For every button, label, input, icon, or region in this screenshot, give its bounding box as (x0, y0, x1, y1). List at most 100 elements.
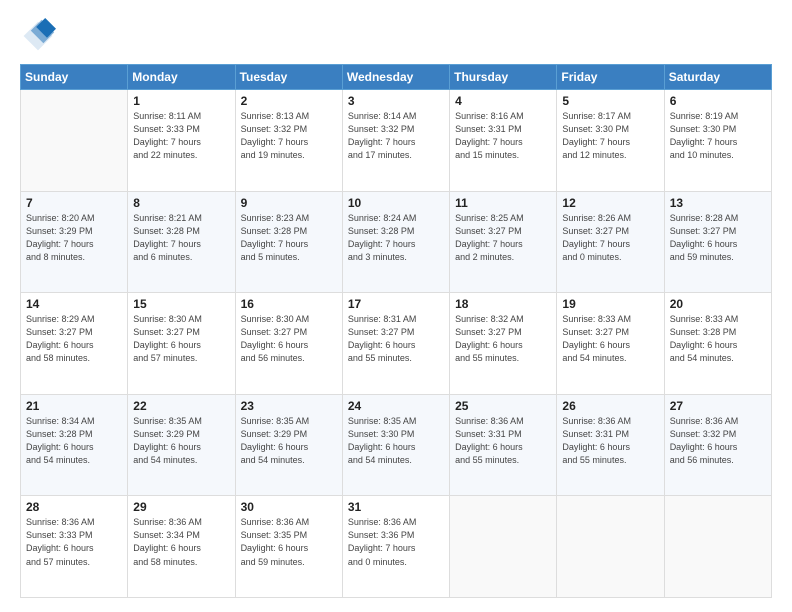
day-info: Sunrise: 8:36 AM Sunset: 3:31 PM Dayligh… (562, 415, 658, 467)
day-info: Sunrise: 8:31 AM Sunset: 3:27 PM Dayligh… (348, 313, 444, 365)
day-info: Sunrise: 8:34 AM Sunset: 3:28 PM Dayligh… (26, 415, 122, 467)
day-header-thursday: Thursday (450, 65, 557, 90)
day-number: 31 (348, 500, 444, 514)
day-number: 19 (562, 297, 658, 311)
day-number: 23 (241, 399, 337, 413)
day-info: Sunrise: 8:21 AM Sunset: 3:28 PM Dayligh… (133, 212, 229, 264)
logo (20, 18, 60, 54)
day-number: 14 (26, 297, 122, 311)
day-number: 3 (348, 94, 444, 108)
day-header-sunday: Sunday (21, 65, 128, 90)
day-info: Sunrise: 8:26 AM Sunset: 3:27 PM Dayligh… (562, 212, 658, 264)
day-number: 20 (670, 297, 766, 311)
header (20, 18, 772, 54)
calendar-cell: 16 Sunrise: 8:30 AM Sunset: 3:27 PM Dayli… (235, 293, 342, 395)
day-header-monday: Monday (128, 65, 235, 90)
day-info: Sunrise: 8:36 AM Sunset: 3:33 PM Dayligh… (26, 516, 122, 568)
day-info: Sunrise: 8:16 AM Sunset: 3:31 PM Dayligh… (455, 110, 551, 162)
day-number: 15 (133, 297, 229, 311)
days-header-row: SundayMondayTuesdayWednesdayThursdayFrid… (21, 65, 772, 90)
day-number: 12 (562, 196, 658, 210)
calendar-cell: 19 Sunrise: 8:33 AM Sunset: 3:27 PM Dayli… (557, 293, 664, 395)
calendar-cell: 4 Sunrise: 8:16 AM Sunset: 3:31 PM Daylig… (450, 90, 557, 192)
day-number: 22 (133, 399, 229, 413)
day-number: 6 (670, 94, 766, 108)
calendar-cell (664, 496, 771, 598)
calendar-cell: 14 Sunrise: 8:29 AM Sunset: 3:27 PM Dayli… (21, 293, 128, 395)
day-info: Sunrise: 8:35 AM Sunset: 3:29 PM Dayligh… (241, 415, 337, 467)
day-info: Sunrise: 8:36 AM Sunset: 3:31 PM Dayligh… (455, 415, 551, 467)
day-number: 7 (26, 196, 122, 210)
week-row-2: 7 Sunrise: 8:20 AM Sunset: 3:29 PM Daylig… (21, 191, 772, 293)
calendar-cell (450, 496, 557, 598)
calendar-cell: 21 Sunrise: 8:34 AM Sunset: 3:28 PM Dayli… (21, 394, 128, 496)
day-number: 2 (241, 94, 337, 108)
calendar-cell: 7 Sunrise: 8:20 AM Sunset: 3:29 PM Daylig… (21, 191, 128, 293)
day-number: 4 (455, 94, 551, 108)
day-info: Sunrise: 8:33 AM Sunset: 3:27 PM Dayligh… (562, 313, 658, 365)
day-header-friday: Friday (557, 65, 664, 90)
day-info: Sunrise: 8:25 AM Sunset: 3:27 PM Dayligh… (455, 212, 551, 264)
calendar-cell: 18 Sunrise: 8:32 AM Sunset: 3:27 PM Dayli… (450, 293, 557, 395)
day-info: Sunrise: 8:30 AM Sunset: 3:27 PM Dayligh… (133, 313, 229, 365)
day-info: Sunrise: 8:19 AM Sunset: 3:30 PM Dayligh… (670, 110, 766, 162)
calendar-cell: 20 Sunrise: 8:33 AM Sunset: 3:28 PM Dayli… (664, 293, 771, 395)
calendar-cell: 27 Sunrise: 8:36 AM Sunset: 3:32 PM Dayli… (664, 394, 771, 496)
calendar-cell: 13Sunrise: 8:28 AM Sunset: 3:27 PM Dayli… (664, 191, 771, 293)
day-number: 27 (670, 399, 766, 413)
day-info: Sunrise: 8:35 AM Sunset: 3:29 PM Dayligh… (133, 415, 229, 467)
day-number: 29 (133, 500, 229, 514)
day-info: Sunrise: 8:29 AM Sunset: 3:27 PM Dayligh… (26, 313, 122, 365)
logo-icon (20, 18, 56, 54)
day-info: Sunrise: 8:30 AM Sunset: 3:27 PM Dayligh… (241, 313, 337, 365)
week-row-4: 21 Sunrise: 8:34 AM Sunset: 3:28 PM Dayli… (21, 394, 772, 496)
calendar-cell: 22 Sunrise: 8:35 AM Sunset: 3:29 PM Dayli… (128, 394, 235, 496)
day-number: 28 (26, 500, 122, 514)
calendar-cell: 23 Sunrise: 8:35 AM Sunset: 3:29 PM Dayli… (235, 394, 342, 496)
day-info: Sunrise: 8:32 AM Sunset: 3:27 PM Dayligh… (455, 313, 551, 365)
calendar-cell: 9Sunrise: 8:23 AM Sunset: 3:28 PM Daylig… (235, 191, 342, 293)
day-number: 8 (133, 196, 229, 210)
calendar-cell: 28 Sunrise: 8:36 AM Sunset: 3:33 PM Dayli… (21, 496, 128, 598)
day-number: 21 (26, 399, 122, 413)
calendar-cell: 25Sunrise: 8:36 AM Sunset: 3:31 PM Dayli… (450, 394, 557, 496)
day-number: 10 (348, 196, 444, 210)
day-number: 13 (670, 196, 766, 210)
calendar-cell: 6 Sunrise: 8:19 AM Sunset: 3:30 PM Daylig… (664, 90, 771, 192)
day-info: Sunrise: 8:20 AM Sunset: 3:29 PM Dayligh… (26, 212, 122, 264)
calendar-cell (21, 90, 128, 192)
day-info: Sunrise: 8:13 AM Sunset: 3:32 PM Dayligh… (241, 110, 337, 162)
calendar-cell: 26 Sunrise: 8:36 AM Sunset: 3:31 PM Dayli… (557, 394, 664, 496)
day-header-tuesday: Tuesday (235, 65, 342, 90)
calendar-cell: 2 Sunrise: 8:13 AM Sunset: 3:32 PM Daylig… (235, 90, 342, 192)
calendar-cell: 31 Sunrise: 8:36 AM Sunset: 3:36 PM Dayli… (342, 496, 449, 598)
day-number: 1 (133, 94, 229, 108)
page: SundayMondayTuesdayWednesdayThursdayFrid… (0, 0, 792, 612)
day-header-saturday: Saturday (664, 65, 771, 90)
day-info: Sunrise: 8:17 AM Sunset: 3:30 PM Dayligh… (562, 110, 658, 162)
day-number: 17 (348, 297, 444, 311)
day-number: 26 (562, 399, 658, 413)
day-info: Sunrise: 8:36 AM Sunset: 3:34 PM Dayligh… (133, 516, 229, 568)
calendar-cell: 17 Sunrise: 8:31 AM Sunset: 3:27 PM Dayli… (342, 293, 449, 395)
day-info: Sunrise: 8:11 AM Sunset: 3:33 PM Dayligh… (133, 110, 229, 162)
calendar-header: SundayMondayTuesdayWednesdayThursdayFrid… (21, 65, 772, 90)
week-row-1: 1 Sunrise: 8:11 AM Sunset: 3:33 PM Daylig… (21, 90, 772, 192)
calendar-cell: 15 Sunrise: 8:30 AM Sunset: 3:27 PM Dayli… (128, 293, 235, 395)
day-header-wednesday: Wednesday (342, 65, 449, 90)
day-info: Sunrise: 8:36 AM Sunset: 3:32 PM Dayligh… (670, 415, 766, 467)
day-number: 16 (241, 297, 337, 311)
day-info: Sunrise: 8:33 AM Sunset: 3:28 PM Dayligh… (670, 313, 766, 365)
calendar-cell: 12 Sunrise: 8:26 AM Sunset: 3:27 PM Dayli… (557, 191, 664, 293)
day-number: 5 (562, 94, 658, 108)
calendar-cell: 10 Sunrise: 8:24 AM Sunset: 3:28 PM Dayli… (342, 191, 449, 293)
day-info: Sunrise: 8:23 AM Sunset: 3:28 PM Dayligh… (241, 212, 337, 264)
calendar: SundayMondayTuesdayWednesdayThursdayFrid… (20, 64, 772, 598)
day-info: Sunrise: 8:14 AM Sunset: 3:32 PM Dayligh… (348, 110, 444, 162)
calendar-cell: 8 Sunrise: 8:21 AM Sunset: 3:28 PM Daylig… (128, 191, 235, 293)
calendar-cell: 29 Sunrise: 8:36 AM Sunset: 3:34 PM Dayli… (128, 496, 235, 598)
day-info: Sunrise: 8:24 AM Sunset: 3:28 PM Dayligh… (348, 212, 444, 264)
day-number: 18 (455, 297, 551, 311)
day-info: Sunrise: 8:36 AM Sunset: 3:36 PM Dayligh… (348, 516, 444, 568)
week-row-5: 28 Sunrise: 8:36 AM Sunset: 3:33 PM Dayli… (21, 496, 772, 598)
